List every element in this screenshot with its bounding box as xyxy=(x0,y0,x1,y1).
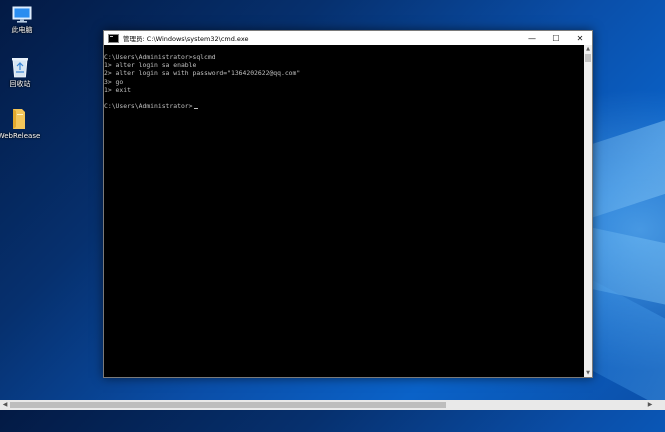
console-prompt-line[interactable]: C:\Users\Administrator> xyxy=(104,102,584,110)
console-line: 1> exit xyxy=(104,85,131,94)
console-output[interactable]: C:\Users\Administrator>sqlcmd 1> alter l… xyxy=(104,45,584,377)
console-line: 1> alter login sa enable xyxy=(104,61,197,70)
window-title: 管理员: C:\Windows\system32\cmd.exe xyxy=(123,35,249,43)
horizontal-scrollbar[interactable]: ◀ ▶ xyxy=(0,400,665,410)
scroll-left-icon[interactable]: ◀ xyxy=(0,400,10,410)
scroll-up-icon[interactable]: ▲ xyxy=(584,45,592,53)
window-titlebar[interactable]: 管理员: C:\Windows\system32\cmd.exe — ☐ ✕ xyxy=(104,31,592,45)
close-button[interactable]: ✕ xyxy=(568,31,592,45)
desktop-icon-recycle-bin[interactable]: 回收站 xyxy=(0,56,42,89)
cmd-app-icon xyxy=(108,33,119,43)
cmd-window[interactable]: 管理员: C:\Windows\system32\cmd.exe — ☐ ✕ C… xyxy=(103,30,593,378)
desktop-icon-label: 回收站 xyxy=(9,80,31,88)
desktop-icon-label: 此电脑 xyxy=(11,26,33,34)
console-line: 3> go xyxy=(104,77,124,86)
console-line: 2> alter login sa with password="1364202… xyxy=(104,69,301,78)
minimize-button[interactable]: — xyxy=(520,31,544,45)
scroll-right-icon[interactable]: ▶ xyxy=(645,400,655,410)
desktop-icon-webrelease[interactable]: WebRelease xyxy=(0,108,41,141)
console-line: C:\Users\Administrator>sqlcmd xyxy=(104,53,216,61)
scrollbar-thumb[interactable] xyxy=(585,54,591,62)
maximize-button[interactable]: ☐ xyxy=(544,31,568,45)
text-cursor xyxy=(193,107,198,110)
recycle-bin-icon xyxy=(12,58,28,78)
computer-icon xyxy=(12,6,32,23)
folder-icon xyxy=(13,109,25,129)
window-controls: — ☐ ✕ xyxy=(520,31,592,45)
desktop-icon-this-pc[interactable]: 此电脑 xyxy=(0,6,44,35)
console-prompt: C:\Users\Administrator> xyxy=(104,102,193,111)
scroll-down-icon[interactable]: ▼ xyxy=(584,369,592,377)
desktop-icon-label: WebRelease xyxy=(0,132,41,140)
scrollbar-thumb[interactable] xyxy=(10,402,446,408)
console-vertical-scrollbar[interactable]: ▲ ▼ xyxy=(584,45,592,377)
